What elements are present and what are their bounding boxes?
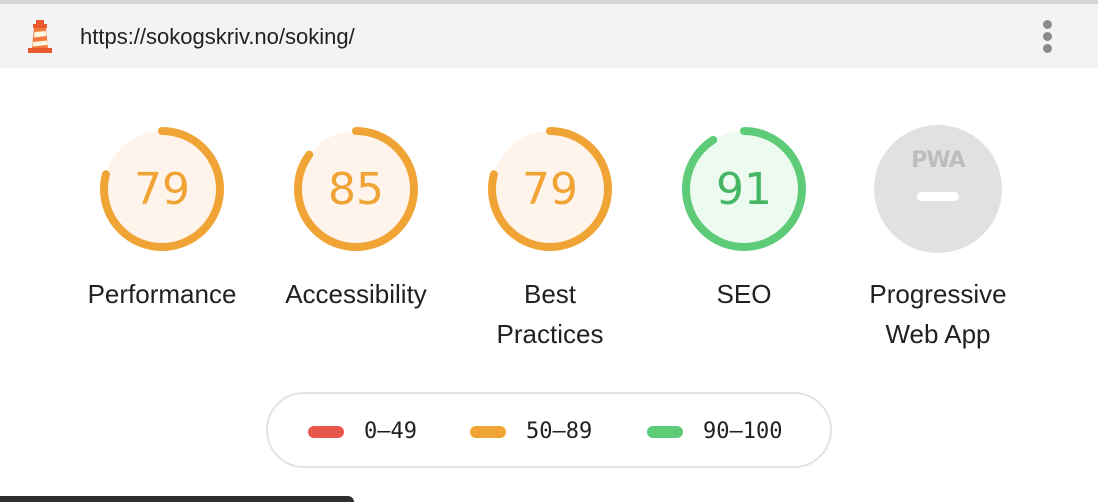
gauge-accessibility-label: Accessibility	[285, 279, 427, 309]
gauge-best-practices-score: 79	[522, 164, 578, 215]
gauge-pwa[interactable]: PWA Progressive Web App	[869, 124, 1007, 349]
gauge-performance[interactable]: 79 Performance	[88, 124, 236, 309]
gauge-accessibility[interactable]: 85 Accessibility	[285, 124, 427, 309]
gauge-accessibility-chart: 85	[294, 127, 418, 251]
pwa-dash-icon	[917, 192, 959, 201]
page-url[interactable]: https://sokogskriv.no/soking/	[80, 24, 355, 50]
legend-swatch-average	[470, 426, 506, 438]
gauge-seo[interactable]: 91 SEO	[679, 124, 809, 309]
legend-range-fail: 0–49	[364, 419, 417, 444]
gauge-best-practices[interactable]: 79 Best Practices	[485, 124, 615, 349]
legend-swatch-fail	[308, 426, 344, 438]
gauge-accessibility-score: 85	[328, 164, 384, 215]
gauge-pwa-label: Progressive Web App	[869, 279, 1007, 349]
gauge-seo-label: SEO	[716, 279, 772, 309]
legend-swatch-pass	[647, 426, 683, 438]
gauge-performance-score: 79	[134, 164, 190, 215]
url-bar: https://sokogskriv.no/soking/	[0, 4, 1098, 68]
more-vertical-icon[interactable]	[1038, 18, 1058, 54]
gauge-pwa-chart: PWA	[874, 125, 1002, 253]
gauge-best-practices-chart: 79	[488, 127, 612, 251]
score-legend: 0–49 50–89 90–100	[266, 392, 832, 468]
gauge-performance-chart: 79	[100, 127, 224, 251]
lighthouse-icon	[28, 20, 52, 53]
gauge-seo-chart: 91	[682, 127, 806, 251]
bottom-overlay-bar	[0, 496, 354, 502]
pwa-badge-icon: PWA	[911, 148, 965, 173]
legend-range-pass: 90–100	[703, 419, 783, 444]
gauge-seo-score: 91	[716, 164, 772, 215]
gauge-best-practices-label: Best Practices	[496, 279, 604, 349]
legend-range-average: 50–89	[526, 419, 593, 444]
